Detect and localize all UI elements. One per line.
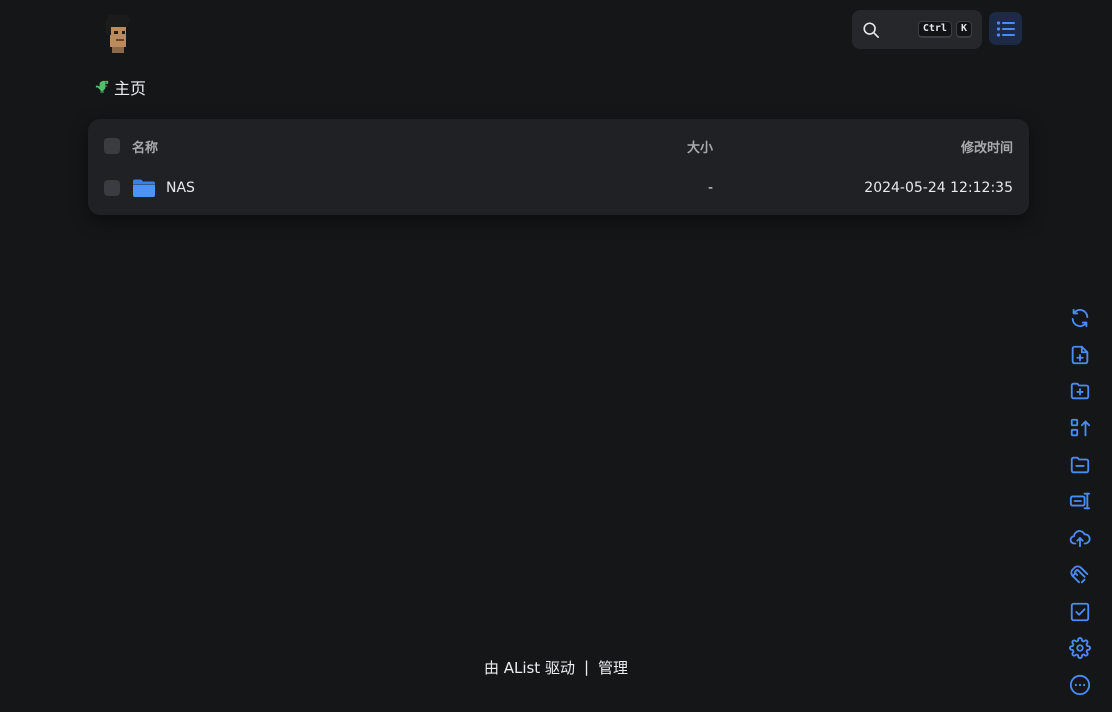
upload-icon [1069,530,1091,548]
file-name-cell[interactable]: NAS [132,178,195,198]
manage-link[interactable]: 管理 [598,657,628,678]
file-size: - [707,180,713,196]
right-toolbar [1067,306,1093,710]
magnet-button[interactable] [1068,563,1092,587]
magnet-icon [1070,565,1089,584]
search-shortcut: Ctrl K [917,21,972,38]
select-button[interactable] [1068,600,1092,624]
breadcrumb-home[interactable]: 主页 [114,75,146,99]
sort-icon [1070,418,1091,437]
new-folder-icon [1070,383,1090,400]
folder-icon [133,179,155,197]
new-folder-button[interactable] [1068,379,1092,403]
pixel-avatar-icon[interactable] [102,13,132,53]
column-name-header[interactable]: 名称 [132,137,158,156]
search-icon [863,21,880,38]
refresh-button[interactable] [1068,306,1092,330]
row-checkbox[interactable] [104,180,120,196]
select-all-checkbox[interactable] [104,138,120,154]
folder-minus-icon [1070,456,1090,473]
upload-button[interactable] [1068,526,1092,550]
column-size-header[interactable]: 大小 [687,137,713,156]
check-square-icon [1070,602,1090,621]
footer: 由 AList 驱动 | 管理 [0,656,1112,678]
layout-toggle-button[interactable] [989,12,1022,45]
offline-download-icon [1069,493,1091,510]
page: Ctrl K 主页 名称 大小 修改时间 NAS - 2024-05-24 12… [0,0,1112,712]
refresh-icon [1071,308,1089,328]
table-row[interactable]: NAS - 2024-05-24 12:12:35 [88,169,1029,207]
folder-minus-button[interactable] [1068,453,1092,477]
shortcut-key-k: K [955,21,972,38]
shortcut-key-ctrl: Ctrl [917,21,952,38]
file-list: 名称 大小 修改时间 NAS - 2024-05-24 12:12:35 [88,119,1029,215]
table-header: 名称 大小 修改时间 [88,127,1029,165]
column-modified-header[interactable]: 修改时间 [961,137,1013,156]
list-layout-icon [996,20,1015,37]
footer-separator: | [583,658,590,676]
breadcrumb[interactable]: 主页 [94,76,146,98]
new-file-icon [1071,345,1089,364]
file-name[interactable]: NAS [166,180,195,196]
powered-by-link[interactable]: 由 AList 驱动 [484,657,575,678]
search-box[interactable]: Ctrl K [852,10,982,49]
file-modified: 2024-05-24 12:12:35 [864,180,1013,196]
offline-download-button[interactable] [1068,489,1092,513]
dinosaur-icon [95,80,109,93]
sort-button[interactable] [1068,416,1092,440]
new-file-button[interactable] [1068,343,1092,367]
